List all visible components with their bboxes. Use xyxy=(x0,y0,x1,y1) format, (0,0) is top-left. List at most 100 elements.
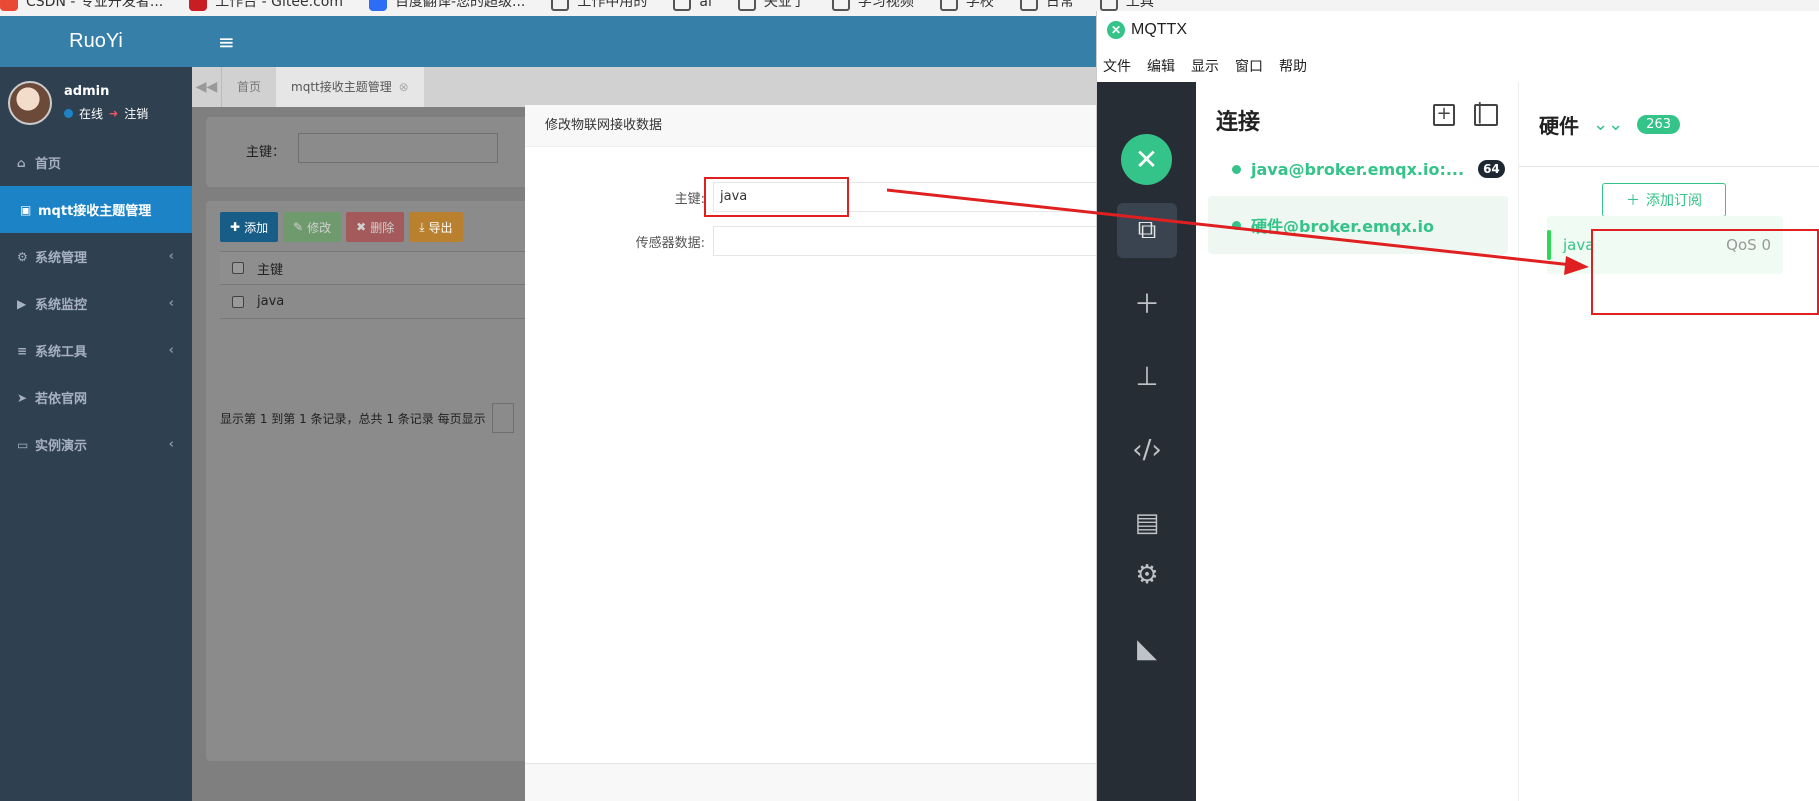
site-favicon-icon xyxy=(368,0,387,11)
bookmark-item[interactable]: 学校 xyxy=(939,0,994,11)
sidebar-item[interactable]: ▶ 系统监控 ‹ xyxy=(0,280,192,327)
bookmark-item[interactable]: 工作台 - Gitee.com xyxy=(189,0,343,11)
pagination-text: 显示第 1 到第 1 条记录，总共 1 条记录 每页显示 xyxy=(220,411,486,426)
add-button-label: 添加 xyxy=(244,220,269,235)
menu-icon: ⚙ xyxy=(17,249,28,264)
search-key-input[interactable] xyxy=(298,133,498,163)
connections-icon[interactable]: ⧉ xyxy=(1117,203,1177,258)
bookmark-label: 日常 xyxy=(1045,0,1074,10)
modal-title: 修改物联网接收数据 xyxy=(525,105,1096,147)
delete-button[interactable]: ✖ 删除 xyxy=(346,212,405,242)
menu-icon: ▭ xyxy=(17,437,29,452)
menu-icon: ➤ xyxy=(17,390,28,405)
menu-item[interactable]: 编辑 xyxy=(1147,56,1175,76)
script-icon[interactable]: ‹/› xyxy=(1117,422,1177,477)
connected-dot-icon xyxy=(1232,220,1241,230)
export-button-label: 导出 xyxy=(428,220,453,235)
menu-item[interactable]: 窗口 xyxy=(1235,56,1263,76)
menu-item[interactable]: 显示 xyxy=(1191,56,1219,76)
connection-item[interactable]: java@broker.emqx.io:... 64 xyxy=(1208,140,1508,198)
menu-icon: ⌂ xyxy=(17,155,26,170)
mqttx-menubar: 文件 编辑 显示 窗口 帮助 xyxy=(1097,49,1819,82)
add-subscription-button[interactable]: ＋ 添加订阅 xyxy=(1602,183,1726,217)
plus-icon: ＋ xyxy=(1626,193,1640,209)
sidebar-item[interactable]: ≡ 系统工具 ‹ xyxy=(0,327,192,374)
tabs-back-icon[interactable]: ◀◀ xyxy=(192,67,222,107)
hamburger-icon[interactable]: ≡ xyxy=(218,30,235,54)
sidebar-menu: ⌂ 首页 ▣ mqtt接收主题管理 ⚙ 系统管理 ‹ ▶ 系统监控 ‹ ≡ 系统工具 ‹ ➤ 若依官网 ▭ 实例… xyxy=(0,139,192,468)
window-title: MQTTX xyxy=(1131,21,1187,38)
new-connection-icon[interactable]: ＋ xyxy=(1117,275,1177,330)
ruoyi-logo[interactable]: RuoYi xyxy=(0,16,192,67)
sidebar-item-label: 系统管理 xyxy=(35,251,88,266)
modal-footer xyxy=(525,763,1096,801)
unread-count-badge: 64 xyxy=(1478,160,1505,178)
double-chevron-down-icon[interactable]: ⌄⌄ xyxy=(1593,114,1623,135)
tab-home[interactable]: 首页 xyxy=(222,67,276,107)
online-dot-icon xyxy=(64,109,73,118)
tab-close-icon[interactable]: ⊗ xyxy=(399,80,409,94)
bookmark-item[interactable]: 学习视频 xyxy=(831,0,914,11)
mqttx-window: ✕ MQTTX 文件 编辑 显示 窗口 帮助 ✕ ⧉ ＋ ⊥ ‹/› ▤ ⚙ ◣ 连接 … xyxy=(1096,11,1819,801)
add-subscription-label: 添加订阅 xyxy=(1646,193,1702,209)
folder-icon xyxy=(551,0,570,11)
pagination-info: 显示第 1 到第 1 条记录，总共 1 条记录 每页显示 xyxy=(220,403,514,433)
bookmark-item[interactable]: ai xyxy=(673,0,712,11)
sidebar-item[interactable]: ▣ mqtt接收主题管理 xyxy=(0,186,192,233)
sidebar-item-label: 系统工具 xyxy=(35,345,88,360)
edit-button[interactable]: ✎ 修改 xyxy=(283,212,342,242)
new-group-icon[interactable]: + xyxy=(1433,104,1455,126)
sidebar-item[interactable]: ⚙ 系统管理 ‹ xyxy=(0,233,192,280)
menu-item[interactable]: 文件 xyxy=(1103,56,1131,76)
bookmark-item[interactable]: 百度翻译-您的超级... xyxy=(368,0,525,11)
delete-icon: ✖ xyxy=(356,220,367,234)
bookmark-item[interactable]: 工具 xyxy=(1099,0,1154,11)
sidebar-item-label: mqtt接收主题管理 xyxy=(38,204,152,219)
chevron-left-icon: ‹ xyxy=(168,343,174,358)
connection-name: 硬件@broker.emqx.io xyxy=(1251,217,1434,236)
bookmark-label: 学习视频 xyxy=(857,0,914,10)
menu-item[interactable]: 帮助 xyxy=(1279,56,1307,76)
bookmark-item[interactable]: CSDN - 专业开发者... xyxy=(0,0,163,11)
chevron-left-icon: ‹ xyxy=(168,437,174,452)
folder-icon xyxy=(673,0,692,11)
row-checkbox[interactable] xyxy=(232,295,244,308)
key-label: 主键: xyxy=(674,191,705,207)
subscription-panel: 硬件 ⌄⌄ 263 ＋ 添加订阅 java QoS 0 xyxy=(1519,82,1819,801)
folder-icon xyxy=(1019,0,1038,11)
bookmark-item[interactable]: 失业了 xyxy=(737,0,806,11)
site-favicon-icon xyxy=(189,0,208,11)
sidebar-item[interactable]: ⌂ 首页 xyxy=(0,139,192,186)
bookmark-item[interactable]: 日常 xyxy=(1019,0,1074,11)
page-tabs: ◀◀ 首页 mqtt接收主题管理 ⊗ xyxy=(192,67,1096,107)
topology-icon[interactable]: ⊥ xyxy=(1117,349,1177,404)
bookmark-item[interactable]: 工作中用的 xyxy=(551,0,647,11)
export-button[interactable]: ⤓ 导出 xyxy=(409,212,463,242)
active-connection-name: 硬件 xyxy=(1539,113,1579,138)
tab-mqtt-topic[interactable]: mqtt接收主题管理 ⊗ xyxy=(276,67,424,107)
mqttx-brand-icon: ✕ xyxy=(1121,134,1172,185)
edit-button-label: 修改 xyxy=(307,220,332,235)
sidebar-item[interactable]: ➤ 若依官网 xyxy=(0,374,192,421)
folder-icon xyxy=(831,0,850,11)
page-size-select[interactable] xyxy=(491,403,514,433)
sidebar-item-label: 实例演示 xyxy=(35,439,88,454)
toggle-sidebar-icon[interactable]: ▏ xyxy=(1474,104,1498,126)
connection-item[interactable]: 硬件@broker.emqx.io xyxy=(1208,196,1508,254)
form-row-sensor: 传感器数据: xyxy=(525,226,1113,256)
delete-button-label: 删除 xyxy=(370,220,395,235)
feed-icon[interactable]: ◣ xyxy=(1117,621,1177,676)
settings-icon[interactable]: ⚙ xyxy=(1117,547,1177,602)
logout-link[interactable]: 注销 xyxy=(124,105,148,122)
sensor-data-input[interactable] xyxy=(713,226,1113,256)
edit-icon: ✎ xyxy=(293,220,304,234)
logout-icon[interactable]: ➜ xyxy=(109,107,118,120)
add-button[interactable]: ✚ 添加 xyxy=(220,212,279,242)
select-all-checkbox[interactable] xyxy=(232,262,244,274)
sidebar-item[interactable]: ▭ 实例演示 ‹ xyxy=(0,421,192,468)
log-icon[interactable]: ▤ xyxy=(1117,495,1177,550)
avatar[interactable] xyxy=(8,81,52,125)
ruoyi-sidebar: RuoYi admin 在线 ➜ 注销 ⌂ 首页 ▣ mqtt接收主题管理 ⚙ 系统管理 ‹… xyxy=(0,16,192,801)
connected-dot-icon xyxy=(1232,164,1241,174)
chevron-left-icon: ‹ xyxy=(168,249,174,264)
